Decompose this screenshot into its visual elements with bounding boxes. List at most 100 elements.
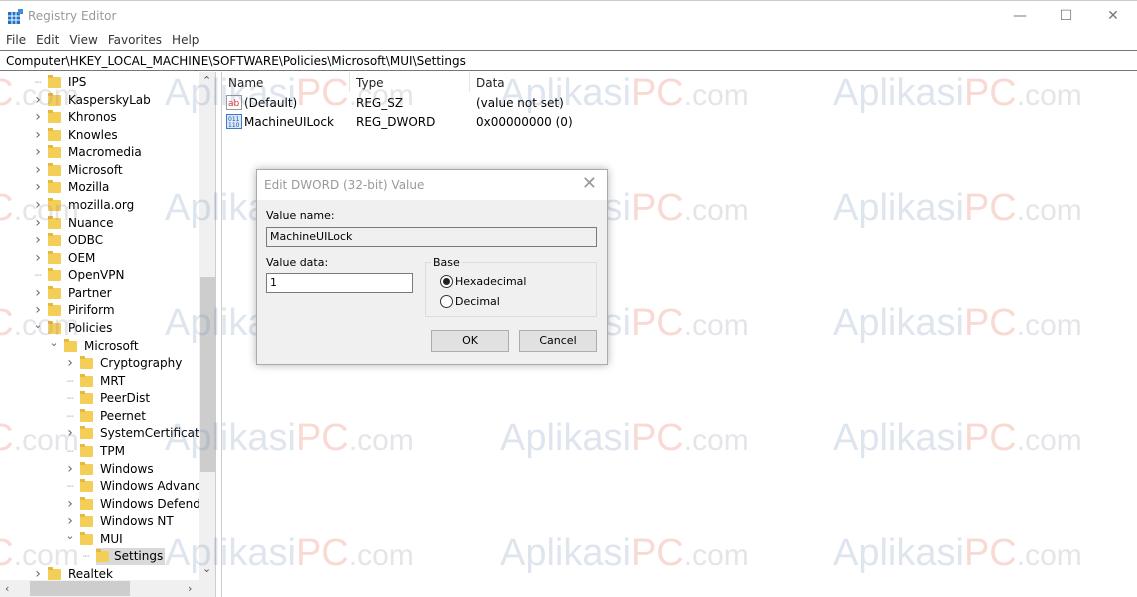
chevron-right-icon[interactable]: › xyxy=(33,302,43,319)
tree-item[interactable]: › Windows xyxy=(0,461,198,478)
tree-item[interactable]: › Khronos xyxy=(0,109,198,126)
chevron-right-icon[interactable]: › xyxy=(33,179,43,196)
tree-item[interactable]: › Windows NT xyxy=(0,513,198,530)
scroll-down-icon[interactable]: ⌄ xyxy=(202,562,211,575)
tree-item-label: Nuance xyxy=(68,215,114,230)
tree-item-label: Khronos xyxy=(68,110,117,125)
value-data: (value not set) xyxy=(476,96,564,110)
folder-icon xyxy=(80,426,93,440)
scroll-up-icon[interactable]: ⌃ xyxy=(202,74,211,87)
tree-item[interactable]: › Cryptography xyxy=(0,355,198,372)
menu-edit[interactable]: Edit xyxy=(30,31,63,47)
chevron-right-icon[interactable]: › xyxy=(65,496,75,513)
chevron-right-icon[interactable]: › xyxy=(33,215,43,232)
tree-item[interactable]: › Piriform xyxy=(0,302,198,319)
tree-item[interactable]: › mozilla.org xyxy=(0,197,198,214)
chevron-right-icon[interactable]: › xyxy=(33,92,43,109)
tree-item[interactable]: ⌄ Microsoft xyxy=(0,336,198,355)
tree-line-icon: ┈ xyxy=(66,444,74,458)
chevron-right-icon[interactable]: › xyxy=(33,144,43,161)
folder-icon xyxy=(48,285,61,299)
folder-icon xyxy=(48,320,61,334)
tree-line-icon: ┈ xyxy=(66,374,74,388)
dialog-close-icon[interactable]: ✕ xyxy=(582,173,597,194)
address-bar[interactable]: Computer\HKEY_LOCAL_MACHINE\SOFTWARE\Pol… xyxy=(0,50,1137,71)
column-type[interactable]: Type xyxy=(356,76,384,90)
chevron-right-icon[interactable]: › xyxy=(65,461,75,478)
horizontal-scroll-thumb[interactable] xyxy=(30,581,130,596)
value-type: REG_DWORD xyxy=(356,115,436,129)
string-value-icon: ab xyxy=(226,95,242,110)
value-data-input[interactable]: 1 xyxy=(266,273,413,293)
chevron-right-icon[interactable]: › xyxy=(65,513,75,530)
cancel-button[interactable]: Cancel xyxy=(519,330,597,352)
folder-icon xyxy=(80,443,93,457)
tree-item[interactable]: ┈ Peernet xyxy=(0,408,198,425)
minimize-button[interactable]: — xyxy=(997,1,1043,32)
tree-item[interactable]: › OEM xyxy=(0,250,198,267)
tree-item[interactable]: ┈ IPS xyxy=(0,74,198,91)
chevron-right-icon[interactable]: › xyxy=(65,355,75,372)
chevron-right-icon[interactable]: › xyxy=(33,162,43,179)
tree-item[interactable]: ┈ PeerDist xyxy=(0,390,198,407)
close-button[interactable]: ✕ xyxy=(1090,1,1136,32)
vertical-scroll-thumb[interactable] xyxy=(200,277,215,472)
tree-item[interactable]: ┈ Windows Advanced xyxy=(0,478,215,495)
chevron-right-icon[interactable]: › xyxy=(65,425,75,442)
chevron-right-icon[interactable]: › xyxy=(33,109,43,126)
tree-item[interactable]: › Microsoft xyxy=(0,162,198,179)
tree-item[interactable]: › Nuance xyxy=(0,215,198,232)
hexadecimal-radio[interactable] xyxy=(440,275,453,288)
tree-item[interactable]: › Knowles xyxy=(0,127,198,144)
window-title: Registry Editor xyxy=(28,9,117,23)
maximize-button[interactable]: ☐ xyxy=(1043,1,1089,32)
chevron-right-icon[interactable]: › xyxy=(33,250,43,267)
chevron-right-icon[interactable]: › xyxy=(33,127,43,144)
value-type: REG_SZ xyxy=(356,96,404,110)
decimal-label[interactable]: Decimal xyxy=(455,295,500,308)
tree-item-label: Windows xyxy=(100,461,154,476)
chevron-right-icon[interactable]: › xyxy=(33,285,43,302)
tree-item[interactable]: ┈ OpenVPN xyxy=(0,267,198,284)
column-divider[interactable] xyxy=(469,72,470,92)
tree-item[interactable]: ⌄ Policies xyxy=(0,318,198,337)
hexadecimal-label[interactable]: Hexadecimal xyxy=(455,275,526,288)
folder-icon xyxy=(80,408,93,422)
base-label: Base xyxy=(431,256,462,269)
tree-item[interactable]: ⌄ MUI xyxy=(0,529,198,548)
scroll-left-icon[interactable]: ‹ xyxy=(5,582,9,595)
folder-icon xyxy=(80,496,93,510)
value-data-label: Value data: xyxy=(266,256,329,269)
tree-item-label: Knowles xyxy=(68,127,118,142)
folder-icon xyxy=(48,180,61,194)
scroll-right-icon[interactable]: › xyxy=(188,582,192,595)
value-name: MachineUILock xyxy=(244,115,334,129)
column-name[interactable]: Name xyxy=(228,76,263,90)
column-divider[interactable] xyxy=(349,72,350,92)
tree-item-label: TPM xyxy=(100,443,125,458)
tree-item[interactable]: › ODBC xyxy=(0,232,198,249)
tree-item[interactable]: ┈ Settings xyxy=(0,548,198,566)
decimal-radio[interactable] xyxy=(440,295,453,308)
chevron-right-icon[interactable]: › xyxy=(33,197,43,214)
tree-item[interactable]: › KasperskyLab xyxy=(0,92,198,109)
tree-item[interactable]: ┈ TPM xyxy=(0,443,198,460)
folder-icon xyxy=(48,303,61,317)
menu-help[interactable]: Help xyxy=(166,31,203,47)
tree-item[interactable]: › Windows Defender xyxy=(0,496,213,513)
menu-view[interactable]: View xyxy=(63,31,101,47)
ok-button[interactable]: OK xyxy=(431,330,509,352)
column-data[interactable]: Data xyxy=(476,76,505,90)
tree-item[interactable]: › Partner xyxy=(0,285,198,302)
edit-dword-dialog: Edit DWORD (32-bit) Value ✕ Value name: … xyxy=(256,169,608,365)
chevron-right-icon[interactable]: › xyxy=(33,232,43,249)
menu-file[interactable]: File xyxy=(0,31,30,47)
folder-icon xyxy=(80,461,93,475)
folder-icon xyxy=(48,110,61,124)
tree-item[interactable]: ┈ MRT xyxy=(0,373,198,390)
tree-item[interactable]: › Macromedia xyxy=(0,144,198,161)
tree-item[interactable]: › Mozilla xyxy=(0,179,198,196)
menu-favorites[interactable]: Favorites xyxy=(102,31,166,47)
tree-item[interactable]: › SystemCertificates xyxy=(0,425,213,442)
dialog-title-bar: Edit DWORD (32-bit) Value ✕ xyxy=(257,170,607,200)
